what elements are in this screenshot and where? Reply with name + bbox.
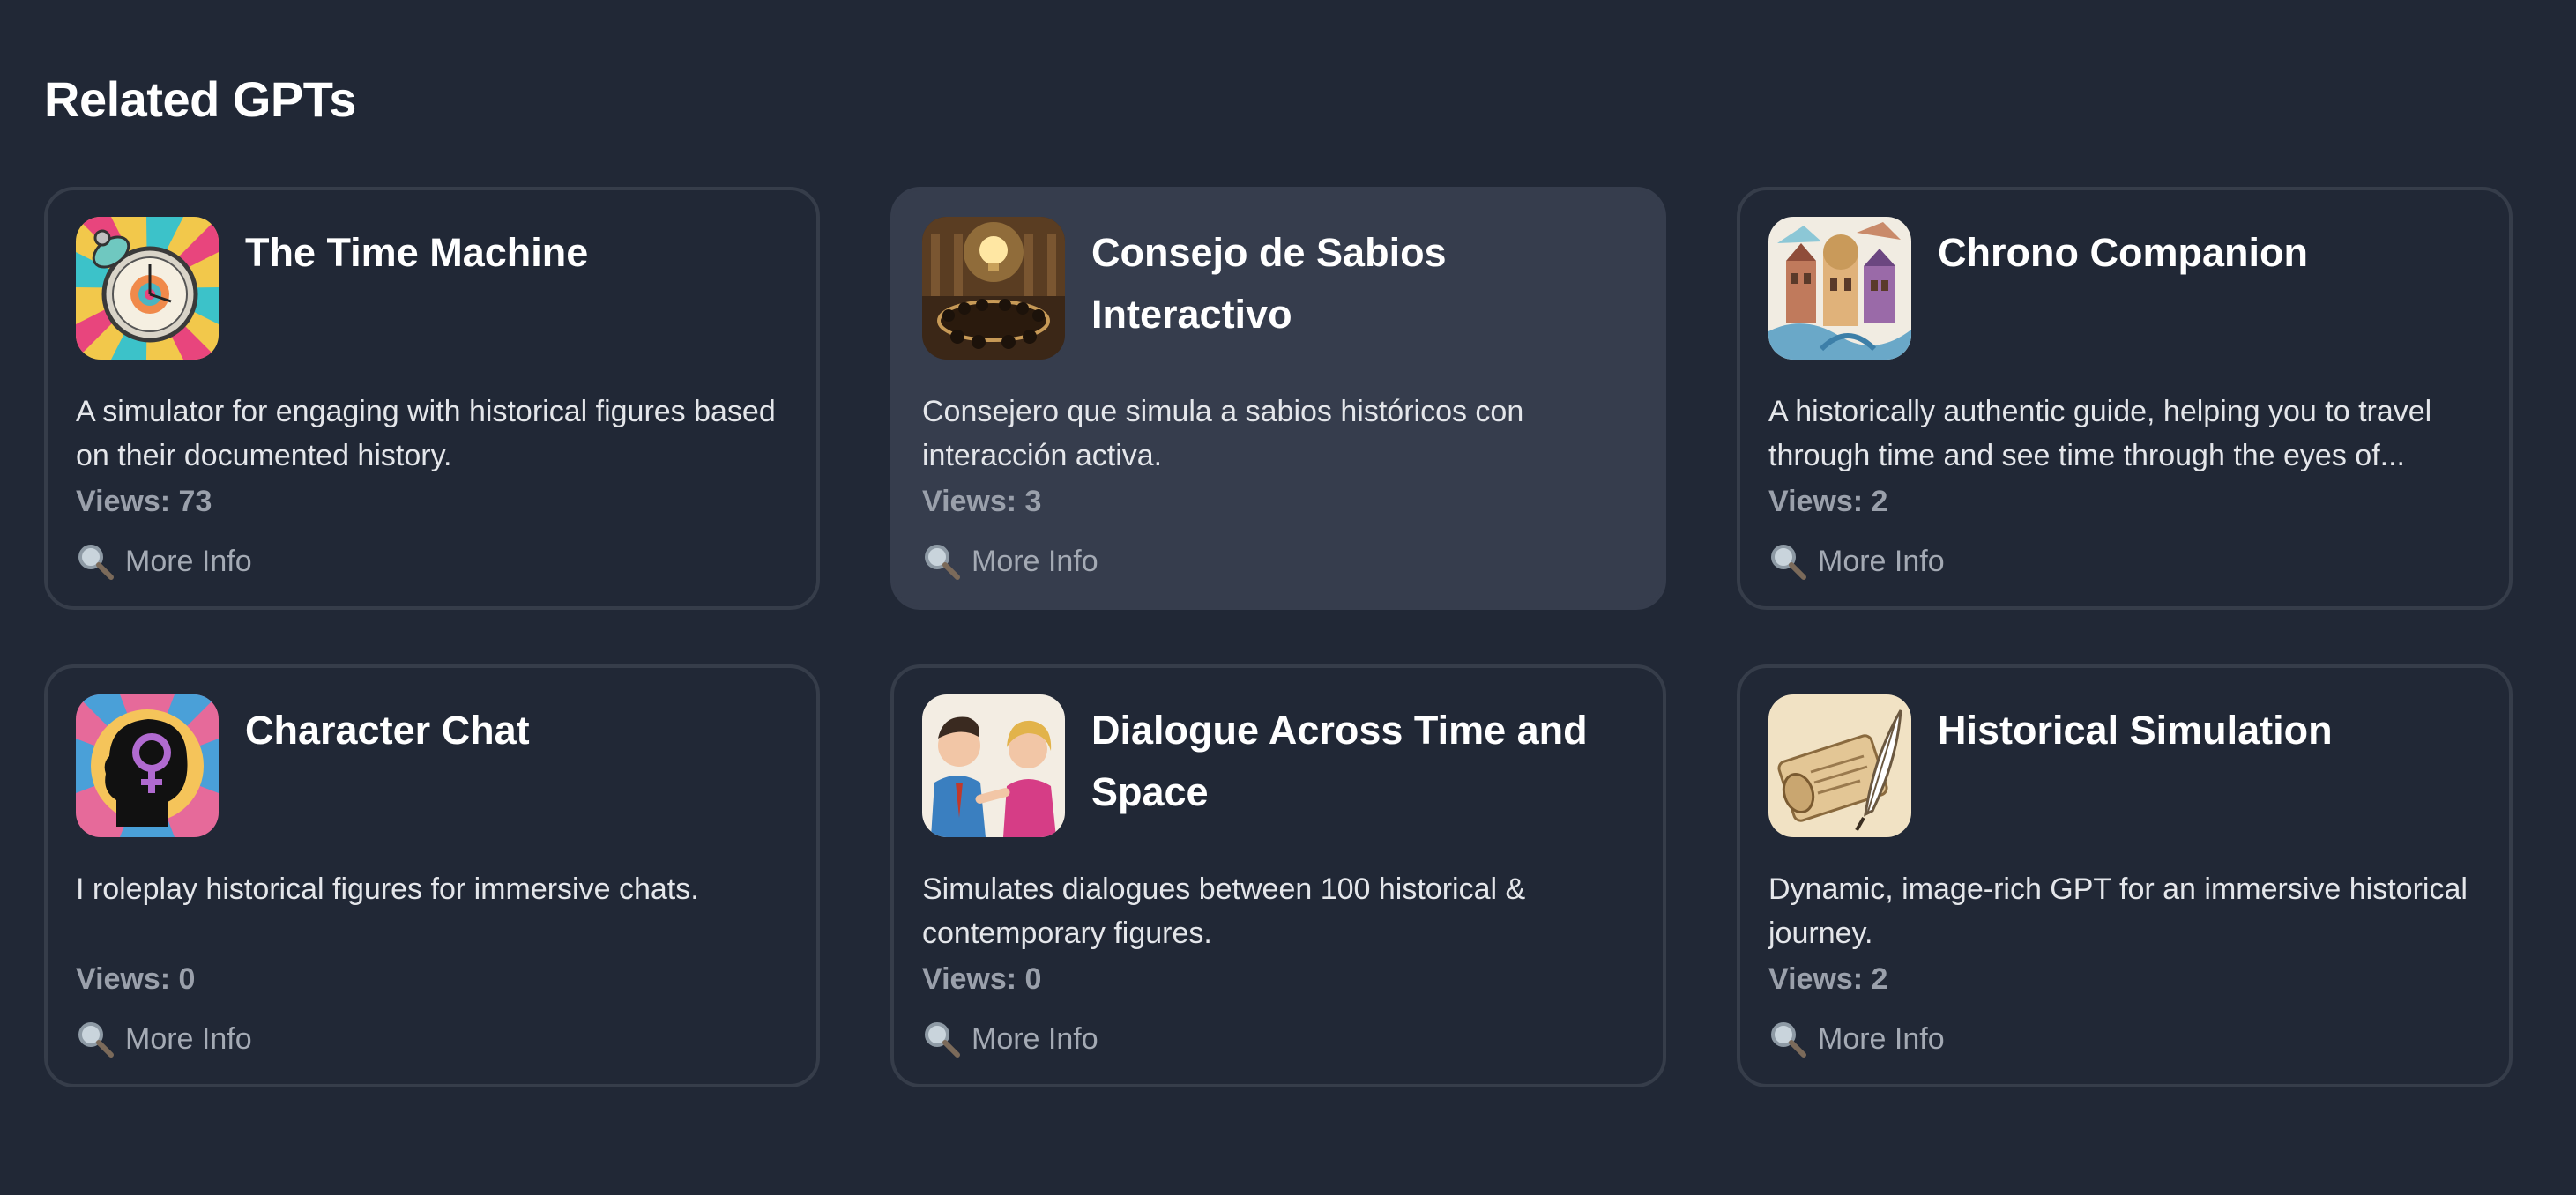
gpt-card-the-time-machine[interactable]: The Time Machine A simulator for engagin… bbox=[44, 187, 820, 610]
card-views: Views: 3 bbox=[922, 485, 1042, 518]
card-title: The Time Machine bbox=[245, 230, 589, 275]
gpt-card-dialogue-across-time-and-space[interactable]: Dialogue Across Time and Space Simulates… bbox=[890, 664, 1666, 1087]
card-description: Simulates dialogues between 100 historic… bbox=[922, 872, 1526, 950]
more-info-link[interactable]: More Info bbox=[76, 1017, 788, 1061]
historic-city-icon bbox=[1768, 217, 1911, 360]
card-header: The Time Machine bbox=[76, 217, 788, 363]
gpt-card-character-chat[interactable]: Character Chat I roleplay historical fig… bbox=[44, 664, 820, 1087]
card-views: Views: 0 bbox=[922, 962, 1042, 996]
more-info-link[interactable]: More Info bbox=[1768, 539, 2481, 583]
section-title: Related GPTs bbox=[44, 71, 356, 127]
card-views: Views: 73 bbox=[76, 485, 212, 518]
card-title: Historical Simulation bbox=[1938, 708, 2333, 753]
card-title: Dialogue Across Time and Space bbox=[1091, 708, 1588, 814]
head-silhouette-icon bbox=[76, 694, 219, 837]
pocket-watch-icon bbox=[76, 217, 219, 360]
more-info-link[interactable]: More Info bbox=[76, 539, 788, 583]
card-header: Dialogue Across Time and Space bbox=[922, 694, 1634, 841]
card-description: A historically authentic guide, helping … bbox=[1768, 395, 2432, 472]
more-info-label: More Info bbox=[972, 1022, 1098, 1056]
more-info-label: More Info bbox=[125, 545, 252, 578]
scroll-quill-icon bbox=[1768, 694, 1911, 837]
card-title: Character Chat bbox=[245, 708, 530, 753]
card-header: Character Chat bbox=[76, 694, 788, 841]
card-description: Consejero que simula a sabios históricos… bbox=[922, 395, 1524, 472]
more-info-link[interactable]: More Info bbox=[922, 1017, 1634, 1061]
more-info-label: More Info bbox=[125, 1022, 252, 1056]
more-info-label: More Info bbox=[1818, 545, 1945, 578]
gpt-card-historical-simulation[interactable]: Historical Simulation Dynamic, image-ric… bbox=[1737, 664, 2513, 1087]
card-header: Consejo de Sabios Interactivo bbox=[922, 217, 1634, 363]
card-views: Views: 0 bbox=[76, 962, 196, 996]
magnifying-glass-icon bbox=[76, 542, 115, 581]
magnifying-glass-icon bbox=[1768, 1020, 1807, 1058]
card-views: Views: 2 bbox=[1768, 962, 1888, 996]
more-info-link[interactable]: More Info bbox=[1768, 1017, 2481, 1061]
magnifying-glass-icon bbox=[922, 542, 961, 581]
pop-art-couple-icon bbox=[922, 694, 1065, 837]
card-description: I roleplay historical figures for immers… bbox=[76, 872, 699, 906]
card-header: Historical Simulation bbox=[1768, 694, 2481, 841]
gpt-card-chrono-companion[interactable]: Chrono Companion A historically authenti… bbox=[1737, 187, 2513, 610]
more-info-link[interactable]: More Info bbox=[922, 539, 1634, 583]
card-header: Chrono Companion bbox=[1768, 217, 2481, 363]
more-info-label: More Info bbox=[972, 545, 1098, 578]
magnifying-glass-icon bbox=[76, 1020, 115, 1058]
more-info-label: More Info bbox=[1818, 1022, 1945, 1056]
card-description: Dynamic, image-rich GPT for an immersive… bbox=[1768, 872, 2468, 950]
council-lightbulb-icon bbox=[922, 217, 1065, 360]
gpt-card-consejo-de-sabios-interactivo[interactable]: Consejo de Sabios Interactivo Consejero … bbox=[890, 187, 1666, 610]
card-title: Consejo de Sabios Interactivo bbox=[1091, 230, 1447, 337]
card-title: Chrono Companion bbox=[1938, 230, 2308, 275]
magnifying-glass-icon bbox=[1768, 542, 1807, 581]
card-views: Views: 2 bbox=[1768, 485, 1888, 518]
related-gpts-grid: The Time Machine A simulator for engagin… bbox=[44, 187, 2513, 1087]
magnifying-glass-icon bbox=[922, 1020, 961, 1058]
card-description: A simulator for engaging with historical… bbox=[76, 395, 776, 472]
